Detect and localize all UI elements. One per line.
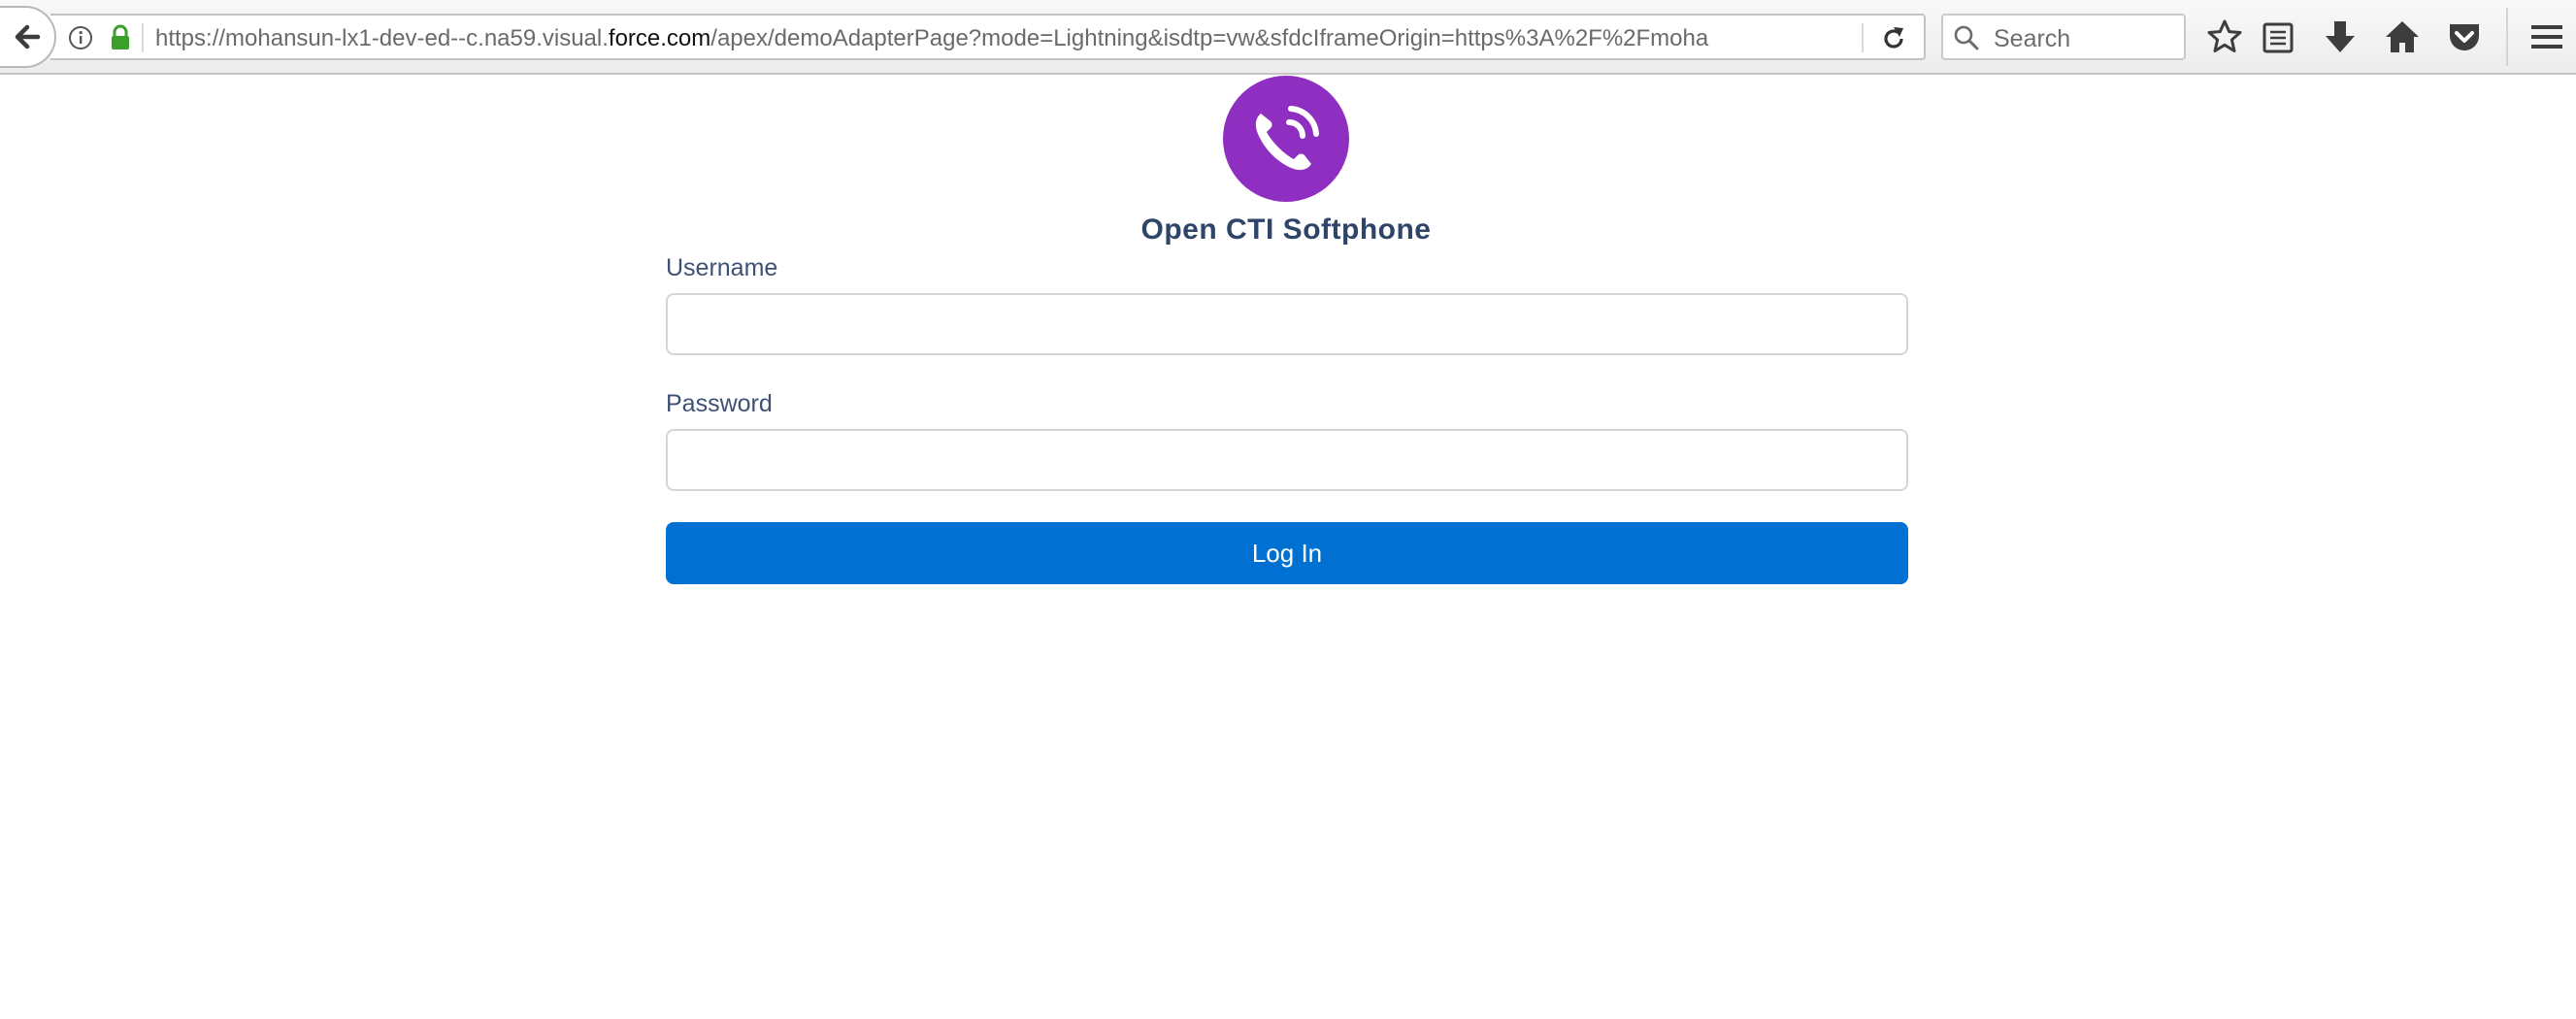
url-domain: force.com xyxy=(608,25,711,51)
reload-icon[interactable] xyxy=(1879,24,1908,53)
pocket-icon[interactable] xyxy=(2446,18,2483,55)
download-icon[interactable] xyxy=(2322,18,2359,55)
lock-icon[interactable] xyxy=(109,24,132,51)
menu-icon[interactable] xyxy=(2528,18,2565,55)
browser-search-box[interactable]: Search xyxy=(1941,14,2186,60)
url-separator xyxy=(142,23,144,52)
login-button[interactable]: Log In xyxy=(666,522,1908,584)
back-arrow-icon xyxy=(15,24,41,49)
password-input[interactable] xyxy=(666,429,1908,491)
password-label: Password xyxy=(666,390,773,417)
url-bar[interactable]: https://mohansun-lx1-dev-ed--c.na59.visu… xyxy=(50,14,1926,60)
app-title: Open CTI Softphone xyxy=(1140,214,1432,246)
phone-icon xyxy=(1255,106,1319,171)
softphone-logo xyxy=(1223,76,1349,202)
back-button[interactable] xyxy=(0,6,56,68)
username-label: Username xyxy=(666,254,778,281)
browser-toolbar: https://mohansun-lx1-dev-ed--c.na59.visu… xyxy=(0,0,2576,75)
username-input[interactable] xyxy=(666,293,1908,355)
toolbar-divider xyxy=(2506,8,2508,66)
url-text[interactable]: https://mohansun-lx1-dev-ed--c.na59.visu… xyxy=(155,25,1864,52)
url-suffix: /apex/demoAdapterPage?mode=Lightning&isd… xyxy=(710,25,1709,51)
reading-list-icon[interactable] xyxy=(2260,18,2296,55)
bookmark-star-icon[interactable] xyxy=(2206,18,2243,55)
url-prefix: https://mohansun-lx1-dev-ed--c.na59.visu… xyxy=(155,25,609,51)
search-icon xyxy=(1954,25,1979,50)
home-icon[interactable] xyxy=(2384,18,2421,55)
info-icon[interactable] xyxy=(68,25,93,50)
search-placeholder: Search xyxy=(1994,25,2071,52)
url-separator-right xyxy=(1862,23,1864,52)
